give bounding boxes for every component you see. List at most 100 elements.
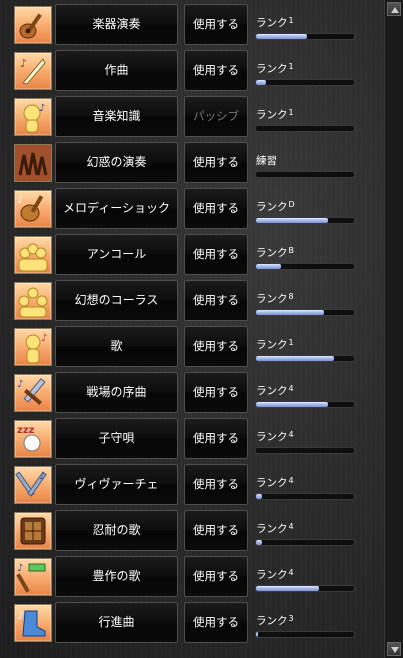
use-skill-button[interactable]: 使用する bbox=[184, 142, 248, 183]
scroll-up-button[interactable] bbox=[387, 2, 401, 16]
skill-row: ♪ 作曲 使用する ランク1 bbox=[0, 50, 384, 92]
skill-progress-fill bbox=[256, 494, 262, 499]
skill-rank: ランク8 bbox=[256, 292, 294, 306]
use-skill-button[interactable]: 使用する bbox=[184, 510, 248, 551]
skill-progress-fill bbox=[256, 356, 335, 361]
rank-level: 1 bbox=[288, 338, 294, 347]
skill-rank: ランク1 bbox=[256, 16, 294, 30]
lullaby-sleep-icon: zzz bbox=[17, 425, 41, 452]
rank-label: ランク bbox=[256, 431, 288, 443]
skill-name-button[interactable]: 音楽知識 bbox=[55, 96, 178, 137]
skill-icon[interactable]: ♪ bbox=[14, 328, 52, 366]
skill-name-button[interactable]: アンコール bbox=[55, 234, 178, 275]
rank-label: ランク bbox=[256, 523, 288, 535]
svg-text:♪: ♪ bbox=[17, 379, 23, 390]
skill-progress-fill bbox=[256, 218, 328, 223]
skill-progress-bar bbox=[255, 171, 355, 178]
scroll-down-button[interactable] bbox=[387, 642, 401, 656]
rank-level: B bbox=[288, 246, 295, 255]
skill-row: 楽器演奏 使用する ランク1 bbox=[0, 4, 384, 46]
use-skill-button[interactable]: 使用する bbox=[184, 326, 248, 367]
skill-icon[interactable]: ♪ bbox=[14, 374, 52, 412]
svg-text:♪: ♪ bbox=[17, 195, 23, 206]
skill-icon[interactable]: zzz bbox=[14, 420, 52, 458]
skill-list: 楽器演奏 使用する ランク1 ♪ 作曲 使用する ランク1 ♪ 音楽知識 パッシブ ランク1 幻惑の演… bbox=[0, 0, 384, 658]
skill-row: アンコール 使用する ランクB bbox=[0, 234, 384, 276]
rank-level: 4 bbox=[288, 522, 294, 531]
skill-progress-fill bbox=[256, 540, 262, 545]
rank-label: ランク bbox=[256, 247, 288, 259]
rank-level: 4 bbox=[288, 384, 294, 393]
skill-icon[interactable] bbox=[14, 6, 52, 44]
skill-name-button[interactable]: 作曲 bbox=[55, 50, 178, 91]
skill-name-button[interactable]: 豊作の歌 bbox=[55, 556, 178, 597]
skill-icon[interactable]: ♪ bbox=[14, 604, 52, 642]
rank-label: ランク bbox=[256, 109, 288, 121]
rank-label: ランク bbox=[256, 615, 288, 627]
use-skill-button[interactable]: 使用する bbox=[184, 50, 248, 91]
skill-name-button[interactable]: 戦場の序曲 bbox=[55, 372, 178, 413]
arrow-down-icon bbox=[391, 647, 399, 653]
passive-skill-label: パッシブ bbox=[184, 96, 248, 137]
skill-name-button[interactable]: 幻想のコーラス bbox=[55, 280, 178, 321]
skill-icon[interactable]: ♪ bbox=[14, 52, 52, 90]
skill-icon[interactable] bbox=[14, 512, 52, 550]
skill-icon[interactable] bbox=[14, 236, 52, 274]
use-skill-button[interactable]: 使用する bbox=[184, 602, 248, 643]
use-skill-button[interactable]: 使用する bbox=[184, 280, 248, 321]
svg-text:♪: ♪ bbox=[39, 103, 45, 114]
music-knowledge-head-icon: ♪ bbox=[23, 103, 45, 133]
skill-rank: ランクD bbox=[256, 200, 295, 214]
skill-name-button[interactable]: メロディーショック bbox=[55, 188, 178, 229]
skill-progress-bar bbox=[255, 401, 355, 408]
rank-level: 1 bbox=[288, 108, 294, 117]
svg-text:♪: ♪ bbox=[20, 57, 27, 70]
skill-rank: ランク1 bbox=[256, 62, 294, 76]
rank-level: 3 bbox=[288, 614, 294, 623]
skill-progress-bar bbox=[255, 33, 355, 40]
skill-row: ♪ 戦場の序曲 使用する ランク4 bbox=[0, 372, 384, 414]
skill-name-button[interactable]: 子守唄 bbox=[55, 418, 178, 459]
svg-text:♪: ♪ bbox=[17, 611, 23, 622]
svg-text:zzz: zzz bbox=[17, 425, 35, 436]
skill-progress-bar bbox=[255, 217, 355, 224]
use-skill-button[interactable]: 使用する bbox=[184, 234, 248, 275]
use-skill-button[interactable]: 使用する bbox=[184, 556, 248, 597]
skill-icon[interactable]: ♪ bbox=[14, 98, 52, 136]
skill-rank: ランク4 bbox=[256, 384, 294, 398]
use-skill-button[interactable]: 使用する bbox=[184, 464, 248, 505]
skill-progress-bar bbox=[255, 493, 355, 500]
skill-icon[interactable]: ♪ bbox=[14, 558, 52, 596]
use-skill-button[interactable]: 使用する bbox=[184, 372, 248, 413]
svg-text:♪: ♪ bbox=[41, 333, 47, 344]
skill-progress-fill bbox=[256, 632, 258, 637]
skill-icon[interactable]: ♪ bbox=[14, 190, 52, 228]
skill-rank: ランク4 bbox=[256, 568, 294, 582]
skill-name-button[interactable]: ヴィヴァーチェ bbox=[55, 464, 178, 505]
skill-row: ♪ メロディーショック 使用する ランクD bbox=[0, 188, 384, 230]
skill-name-button[interactable]: 忍耐の歌 bbox=[55, 510, 178, 551]
svg-text:♪: ♪ bbox=[39, 471, 45, 482]
use-skill-button[interactable]: 使用する bbox=[184, 4, 248, 45]
skill-icon[interactable]: ♪ bbox=[14, 466, 52, 504]
skill-rank: ランクB bbox=[256, 246, 294, 260]
skill-name-button[interactable]: 楽器演奏 bbox=[55, 4, 178, 45]
skill-name-button[interactable]: 行進曲 bbox=[55, 602, 178, 643]
encore-crowd-icon bbox=[18, 243, 48, 272]
skill-icon[interactable] bbox=[14, 282, 52, 320]
skill-progress-bar bbox=[255, 125, 355, 132]
skill-name-button[interactable]: 幻惑の演奏 bbox=[55, 142, 178, 183]
use-skill-button[interactable]: 使用する bbox=[184, 418, 248, 459]
rank-label: ランク bbox=[256, 17, 288, 29]
skill-name-button[interactable]: 歌 bbox=[55, 326, 178, 367]
rank-label: ランク bbox=[256, 339, 288, 351]
melody-shock-lute-icon: ♪ bbox=[17, 195, 44, 222]
skill-rank: ランク1 bbox=[256, 338, 294, 352]
skill-rank: ランク4 bbox=[256, 430, 294, 444]
skill-progress-fill bbox=[256, 402, 328, 407]
use-skill-button[interactable]: 使用する bbox=[184, 188, 248, 229]
skill-progress-fill bbox=[256, 34, 307, 39]
scrollbar[interactable] bbox=[384, 0, 403, 658]
skill-icon[interactable] bbox=[14, 144, 52, 182]
rank-label: ランク bbox=[256, 293, 288, 305]
